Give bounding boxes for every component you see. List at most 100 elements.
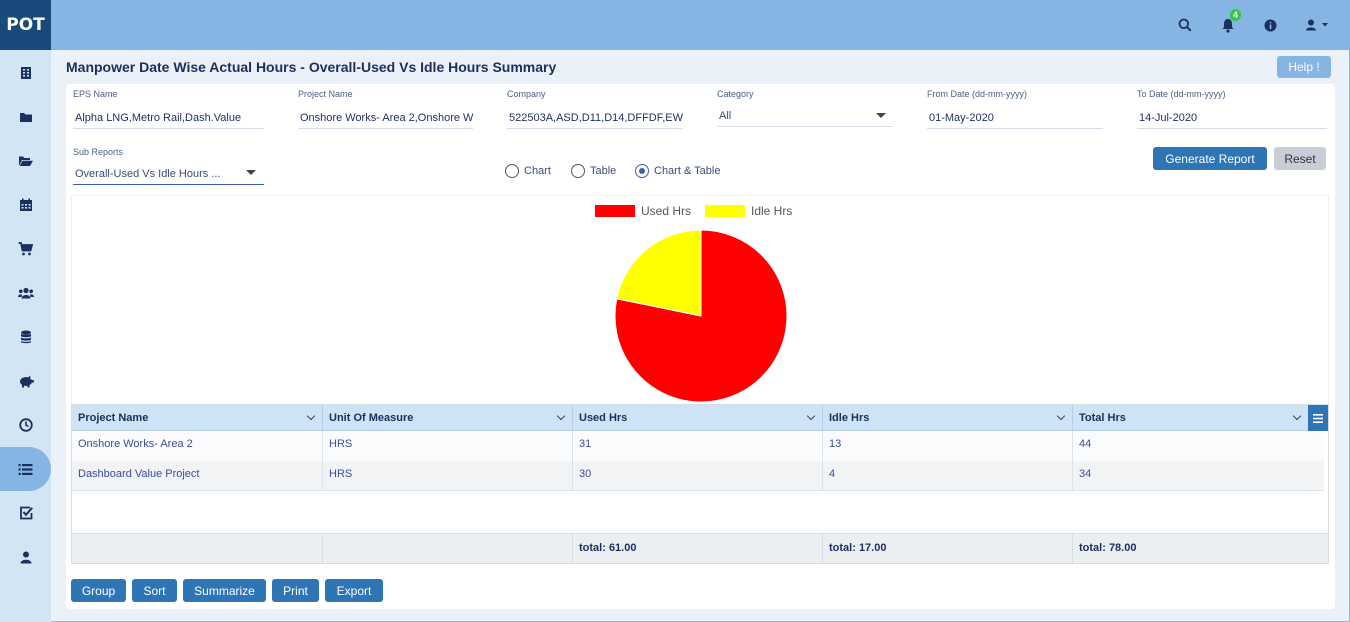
sidebar-item-users[interactable]	[0, 271, 51, 315]
user-icon	[20, 551, 31, 563]
sidebar-item-check[interactable]	[0, 491, 51, 535]
pie-chart: Used Hrs Idle Hrs	[595, 204, 792, 403]
legend-label[interactable]: Idle Hrs	[751, 204, 792, 218]
grid-menu-button[interactable]	[1308, 405, 1328, 431]
app-logo[interactable]: POT	[0, 0, 51, 50]
radio-chart-table[interactable]: Chart & Table	[635, 164, 720, 178]
clock-icon	[18, 418, 33, 432]
column-header-unit-of-measure[interactable]: Unit Of Measure	[323, 405, 573, 431]
sidebar-item-piggy-bank[interactable]	[0, 359, 51, 403]
top-bar	[0, 0, 1350, 50]
user-menu-icon[interactable]	[1302, 15, 1334, 35]
list-icon	[18, 463, 33, 475]
radio-table[interactable]: Table	[571, 164, 616, 178]
sidebar-item-calendar[interactable]	[0, 183, 51, 227]
legend-swatch[interactable]	[705, 205, 745, 217]
column-header-used-hrs[interactable]: Used Hrs	[573, 405, 823, 431]
database-icon	[20, 330, 31, 344]
grid-header: Project Name Unit Of Measure Used Hrs Id…	[72, 405, 1308, 431]
notification-badge: 4	[1230, 9, 1242, 21]
column-header-idle-hrs[interactable]: Idle Hrs	[823, 405, 1073, 431]
radio-chart-label: Chart	[524, 165, 551, 177]
folder-icon	[19, 113, 32, 122]
to-date-field[interactable]: 14-Jul-2020	[1137, 107, 1327, 129]
radio-chart-table-label: Chart & Table	[654, 165, 721, 177]
column-title: Unit Of Measure	[329, 412, 414, 424]
pie-slices	[614, 229, 788, 403]
check-icon	[19, 506, 33, 520]
chevron-down-icon[interactable]	[806, 411, 816, 421]
data-grid: Project Name Unit Of Measure Used Hrs Id…	[71, 404, 1329, 564]
sidebar-item-database[interactable]	[0, 315, 51, 359]
menu-icon	[1313, 413, 1323, 423]
project-name-label: Project Name	[298, 89, 353, 99]
calendar-icon	[19, 198, 32, 211]
cart-icon	[18, 242, 33, 256]
radio-table-label: Table	[590, 165, 617, 177]
cell-unit-of-measure: HRS	[323, 461, 573, 491]
total-total-hrs: total: 78.00	[1079, 542, 1137, 554]
users-icon	[17, 287, 34, 299]
print-button[interactable]: Print	[272, 579, 319, 602]
chevron-down-icon	[876, 113, 886, 118]
sub-reports-label: Sub Reports	[73, 147, 124, 157]
column-title: Idle Hrs	[829, 412, 870, 424]
chevron-down-icon	[246, 170, 256, 175]
radio-table-circle[interactable]	[571, 164, 585, 178]
total-idle-hrs: total: 17.00	[823, 534, 1073, 564]
total-unit-of-measure	[323, 534, 573, 564]
column-title: Used Hrs	[579, 412, 628, 424]
from-date-field[interactable]: 01-May-2020	[927, 107, 1103, 129]
piggy-bank-icon	[19, 375, 34, 387]
chevron-down-icon[interactable]	[556, 411, 566, 421]
sort-button[interactable]: Sort	[132, 579, 177, 602]
sidebar-item-profile[interactable]	[0, 535, 51, 579]
sidebar-item-list[interactable]	[0, 447, 51, 491]
sidebar-item-dashboard[interactable]	[0, 51, 51, 95]
sidebar-item-clock[interactable]	[0, 403, 51, 447]
cell-used-hrs: 31	[573, 431, 823, 461]
search-icon[interactable]	[1175, 15, 1195, 35]
cell-idle-hrs: 4	[823, 461, 1073, 491]
radio-chart-table-circle[interactable]	[635, 164, 649, 178]
total-used-hrs: total: 61.00	[573, 534, 823, 564]
radio-chart-circle[interactable]	[505, 164, 519, 178]
category-label: Category	[717, 89, 754, 99]
project-name-field[interactable]: Onshore Works- Area 2,Onshore W	[298, 107, 473, 129]
cell-total-hrs: 34	[1079, 468, 1092, 480]
group-button[interactable]: Group	[71, 579, 126, 602]
sidebar-item-folder[interactable]	[0, 95, 51, 139]
reset-button[interactable]: Reset	[1274, 147, 1326, 170]
chevron-down-icon[interactable]	[1292, 411, 1302, 421]
column-title: Project Name	[78, 412, 149, 424]
cell-unit-of-measure: HRS	[323, 431, 573, 461]
column-title: Total Hrs	[1079, 412, 1126, 424]
legend-label[interactable]: Used Hrs	[641, 204, 691, 218]
folder-open-icon	[18, 156, 33, 166]
column-header-project-name[interactable]: Project Name	[72, 405, 323, 431]
cell-project-name: Onshore Works- Area 2	[72, 431, 323, 461]
eps-name-label: EPS Name	[73, 89, 118, 99]
category-select[interactable]: All	[717, 105, 893, 127]
chevron-down-icon[interactable]	[306, 411, 316, 421]
cell-used-hrs: 30	[573, 461, 823, 491]
company-field[interactable]: 522503A,ASD,D11,D14,DFFDF,EWC,	[507, 107, 683, 129]
export-button[interactable]: Export	[325, 579, 383, 602]
info-icon[interactable]	[1260, 15, 1280, 35]
table-row[interactable]: Dashboard Value Project HRS 30 4 34	[72, 461, 1324, 491]
sub-reports-select[interactable]: Overall-Used Vs Idle Hours ...	[73, 163, 264, 185]
eps-name-field[interactable]: Alpha LNG,Metro Rail,Dash.Value	[73, 107, 264, 129]
summarize-button[interactable]: Summarize	[183, 579, 266, 602]
help-button[interactable]: Help !	[1277, 56, 1331, 78]
sidebar-item-cart[interactable]	[0, 227, 51, 271]
chevron-down-icon[interactable]	[1056, 411, 1066, 421]
sidebar-item-folder-open[interactable]	[0, 139, 51, 183]
company-label: Company	[507, 89, 546, 99]
column-header-total-hrs[interactable]: Total Hrs	[1073, 405, 1308, 431]
generate-report-button[interactable]: Generate Report	[1153, 147, 1267, 170]
total-project-name	[72, 534, 323, 564]
chart-legend: Used Hrs Idle Hrs	[595, 204, 792, 218]
radio-chart[interactable]: Chart	[505, 164, 551, 178]
legend-swatch[interactable]	[595, 205, 635, 217]
table-row[interactable]: Onshore Works- Area 2 HRS 31 13 44	[72, 431, 1324, 461]
